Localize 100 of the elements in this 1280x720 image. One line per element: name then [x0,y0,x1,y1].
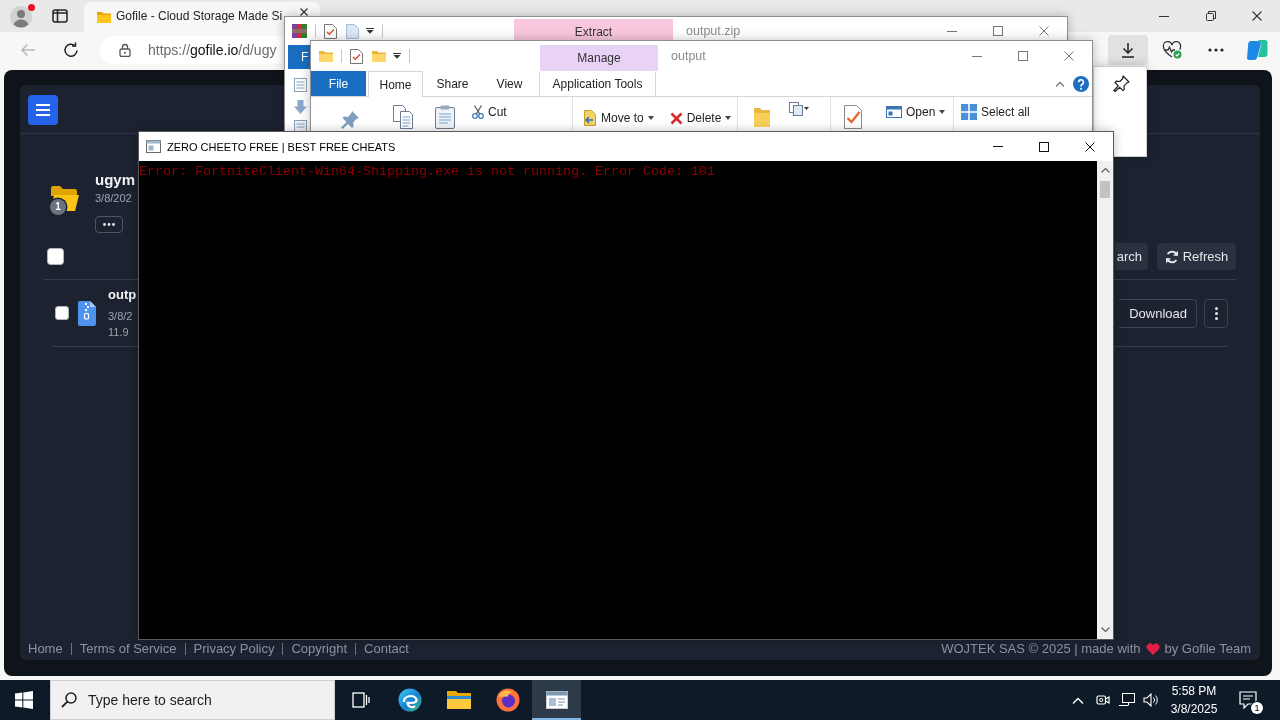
count-badge: 1 [50,199,66,215]
clock-time[interactable]: 5:58 PM [1171,683,1217,699]
restore-icon[interactable] [1206,11,1216,21]
download-button[interactable]: Download [1119,298,1197,328]
copy-icon[interactable] [392,105,416,129]
caret-down-icon [725,116,732,120]
folder-name: ugym [95,171,135,189]
window-icon [545,691,568,709]
profile-icon[interactable] [8,3,36,29]
zip-file-icon [78,300,96,326]
close-icon[interactable] [300,8,308,16]
minimize-icon[interactable] [947,30,957,32]
more-icon[interactable] [1208,48,1224,52]
refresh-button[interactable]: Refresh [1157,243,1236,270]
window-title: ZERO CHEETO FREE | BEST FREE CHEATS [167,140,396,153]
lock-icon[interactable] [119,43,131,57]
scroll-thumb[interactable] [1100,181,1110,198]
cut-button[interactable]: Cut [472,104,507,120]
ribbon-tab[interactable]: Share [425,71,480,96]
network-icon[interactable] [1119,693,1135,707]
task-view-icon [351,692,370,708]
clipboard-icon[interactable] [433,105,457,129]
scissors-icon [472,105,484,119]
credit-text: WOJTEK SAS © 2025 | made with [941,642,1141,656]
footer-link[interactable]: Home [28,642,63,656]
credit-text: by Gofile Team [1164,642,1251,656]
notification-icon[interactable] [1239,691,1257,709]
document-icon[interactable] [293,120,308,132]
footer-link[interactable]: Copyright [291,642,348,656]
caret-down-icon[interactable] [366,28,374,34]
assistant-icon[interactable] [1246,39,1268,61]
ribbon-tab[interactable]: Application Tools [539,71,656,96]
camera-icon[interactable] [1096,693,1110,707]
window-title: output.zip [686,24,741,38]
fox-browser-icon [495,688,520,712]
heart-pulse-icon[interactable] [1162,41,1182,59]
new-item-icon[interactable] [788,102,810,116]
window-title: output [671,49,706,63]
chevron-down-icon[interactable] [1100,627,1110,632]
taskbar-button[interactable] [532,680,581,720]
vertical-ellipsis-icon [1214,306,1218,320]
folder-icon [97,11,111,23]
arrow-down-icon[interactable] [293,100,308,114]
refresh-icon [1164,249,1179,264]
open-icon [886,106,902,118]
search-button[interactable]: arch [1115,243,1148,270]
open-button[interactable]: Open [886,104,946,120]
heart-icon [1145,643,1160,655]
refresh-icon[interactable] [63,42,79,58]
context-tab-header: Manage [540,45,658,71]
folder-date: 3/8/202 [95,191,132,205]
ribbon-tab[interactable]: File [311,71,366,96]
delete-button[interactable]: Delete [669,110,732,126]
menu-icon [36,104,50,116]
search-icon [61,692,77,708]
browser-icon [397,688,422,712]
file-date: 3/8/2 [108,309,133,323]
folder-icon [446,688,471,712]
document-check-icon[interactable] [350,48,363,64]
checkbox[interactable] [55,306,69,320]
checkbox[interactable] [47,248,64,265]
maximize-icon[interactable] [1039,141,1049,152]
more-button[interactable] [95,216,123,233]
delete-icon [669,111,683,125]
pin-icon[interactable] [1113,75,1130,92]
search-field[interactable]: Type here to search [50,680,335,720]
caret-down-icon [939,110,946,114]
move-to-button[interactable]: Move to [583,110,654,126]
help-icon[interactable] [1073,75,1089,92]
close-icon[interactable] [1252,11,1262,21]
close-icon[interactable] [1085,141,1095,152]
footer-link[interactable]: Contact [364,642,409,656]
caret-down-icon[interactable] [393,53,401,59]
ribbon-tab[interactable]: View [482,71,537,96]
address-field[interactable]: https://gofile.io/d/ugy [100,36,282,64]
scrollbar[interactable] [1097,161,1113,639]
downloads-button[interactable] [1108,35,1148,65]
minimize-icon[interactable] [1159,15,1169,17]
clock-date[interactable]: 3/8/2025 [1170,701,1218,717]
footer-link[interactable]: Terms of Service [79,642,177,656]
document-check-icon[interactable] [324,23,337,39]
file-name[interactable]: outp [108,287,137,303]
notification-badge: 1 [1251,702,1263,714]
ribbon-tab[interactable]: F [288,45,310,69]
tab-actions-icon[interactable] [52,9,68,23]
minimize-icon[interactable] [972,55,982,57]
error-message: Error: FortniteClient-Win64-Shipping.exe is not running. Error Code: 101 [139,164,715,180]
speaker-icon[interactable] [1143,693,1159,707]
ribbon-tab[interactable]: Home [368,71,423,97]
menu-button[interactable] [28,95,58,125]
archive-icon[interactable] [292,23,307,39]
footer-link[interactable]: Privacy Policy [193,642,275,656]
more-button[interactable] [1204,298,1228,328]
ellipsis-icon [103,223,115,226]
browser-tab[interactable]: Gofile - Cloud Storage Made Si [84,2,320,32]
document-lines-icon[interactable] [293,78,308,92]
select-all-button[interactable]: Select all [961,104,1030,120]
start-icon[interactable] [15,691,33,709]
document-check-icon[interactable] [841,105,865,129]
caret-down-icon [647,116,654,120]
